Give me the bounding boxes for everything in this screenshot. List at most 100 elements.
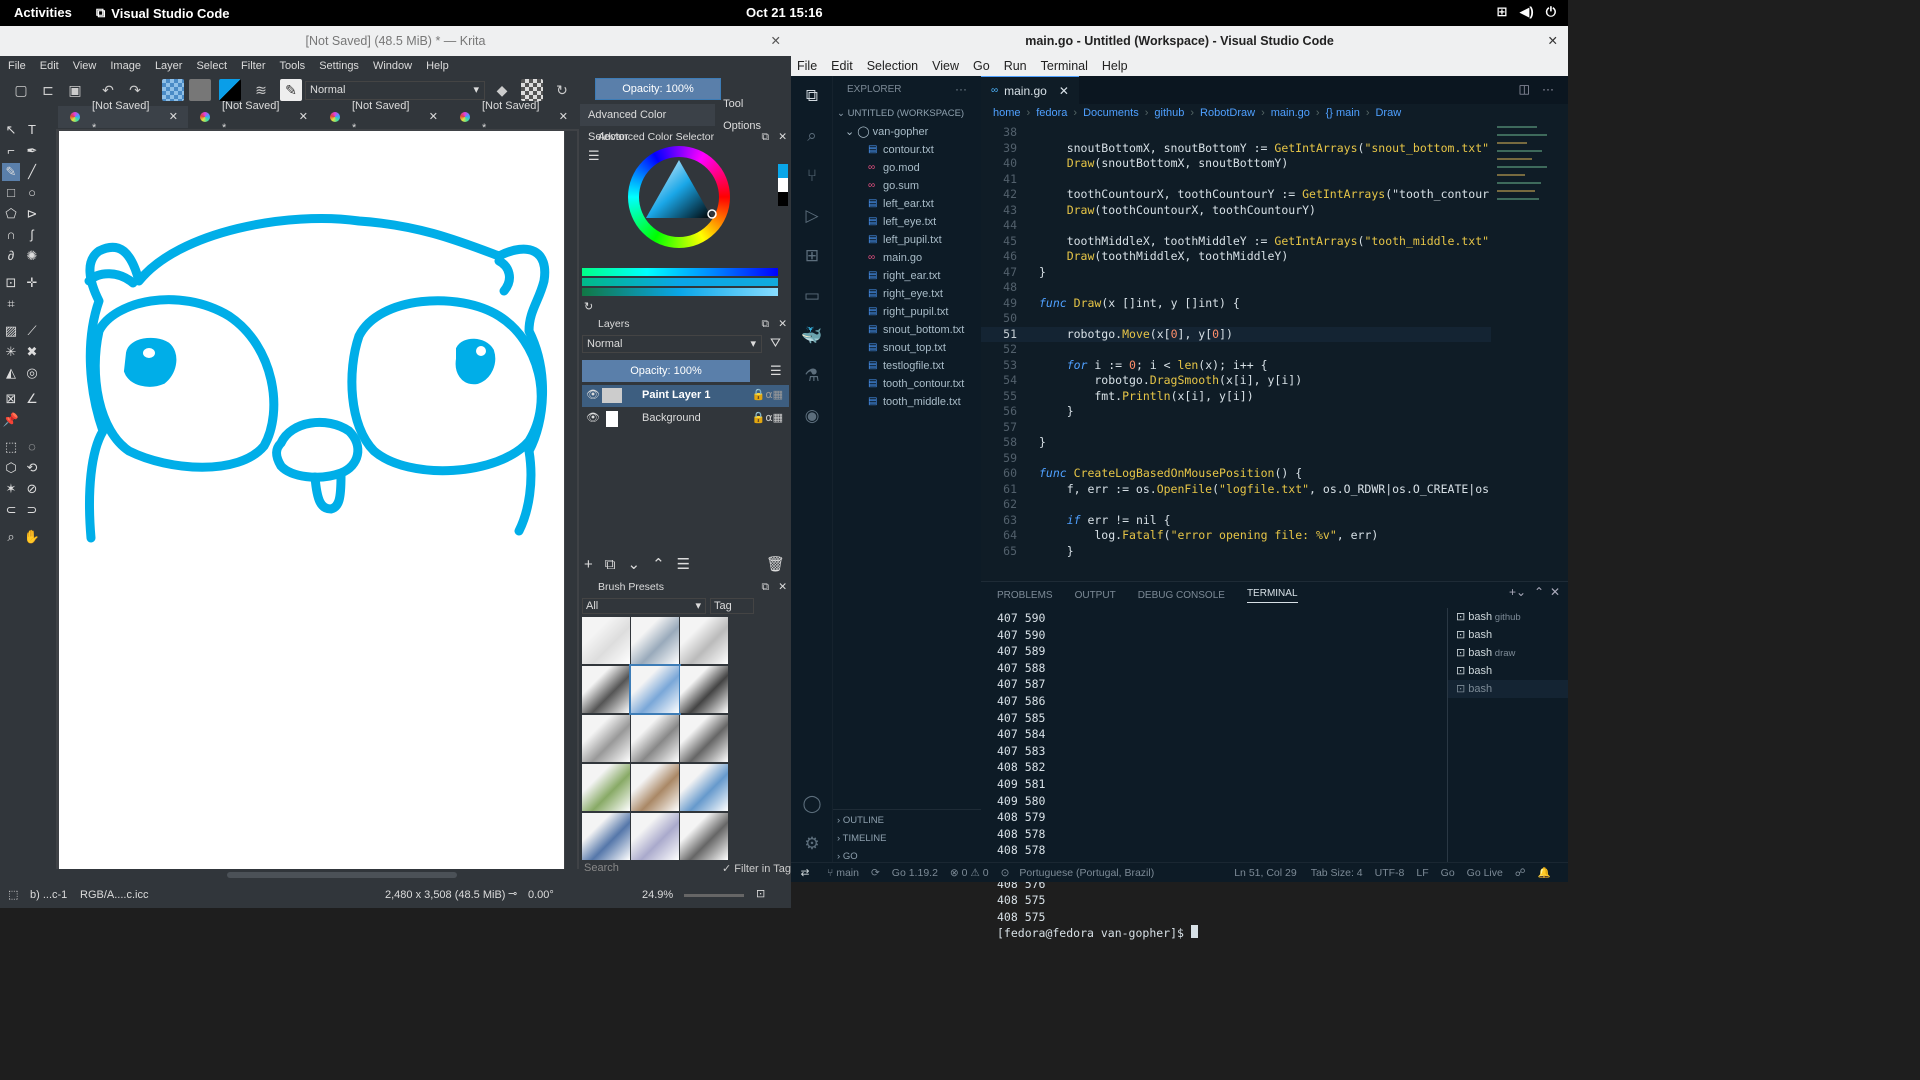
brush-preset[interactable]	[582, 617, 630, 664]
vscode-menu-view[interactable]: View	[932, 59, 959, 73]
new-terminal-icon[interactable]: +⌄	[1509, 585, 1526, 599]
github-icon[interactable]: ◉	[791, 396, 833, 436]
colorize-mask-icon[interactable]: ✳	[2, 343, 20, 361]
smart-patch-icon[interactable]: ✖	[23, 343, 41, 361]
close-docker-icon[interactable]: ✕	[778, 128, 787, 146]
magnetic-select-icon[interactable]: ⊃	[23, 501, 41, 519]
workspace-header[interactable]: ⌄ UNTITLED (WORKSPACE)	[837, 108, 964, 119]
freehand-path-icon[interactable]: ʃ	[23, 226, 41, 244]
float-layers-icon[interactable]: ⧉	[762, 315, 770, 333]
code-line[interactable]: 64 log.Fatalf("error opening file: %v", …	[981, 528, 1491, 544]
layer-row-background[interactable]: 👁 Background 🔒⍺▦	[582, 408, 789, 430]
visibility-eye-icon[interactable]: 👁	[586, 411, 600, 424]
file-item[interactable]: ∞ main.go	[833, 249, 981, 267]
krita-menu-file[interactable]: File	[8, 60, 26, 72]
file-item[interactable]: ∞ go.mod	[833, 159, 981, 177]
assistant-tool-icon[interactable]: ⊠	[2, 390, 20, 408]
select-shapes-icon[interactable]: ↖	[2, 121, 20, 139]
layer-menu-icon[interactable]: ☰	[770, 363, 782, 379]
more-actions-icon[interactable]: ···	[1542, 82, 1554, 96]
krita-menu-select[interactable]: Select	[196, 60, 227, 72]
file-item[interactable]: ▤ left_ear.txt	[833, 195, 981, 213]
color-wheel[interactable]	[628, 146, 730, 248]
layer-lock-icon[interactable]: 🔒⍺▦	[752, 411, 783, 424]
more-actions-icon[interactable]: ···	[955, 82, 967, 96]
code-line[interactable]: 51 robotgo.Move(x[0], y[0])	[981, 326, 1491, 342]
fullscreen-icon[interactable]: ⊡	[756, 887, 765, 900]
file-item[interactable]: ▤ testlogfile.txt	[833, 357, 981, 375]
vscode-menu-file[interactable]: File	[797, 59, 817, 73]
canvas-vertical-scrollbar[interactable]	[565, 131, 577, 869]
code-line[interactable]: 39 snoutBottomX, snoutBottomY := GetIntA…	[981, 141, 1491, 157]
code-line[interactable]: 50	[981, 311, 1491, 327]
code-line[interactable]: 57	[981, 420, 1491, 436]
cursor-position[interactable]: Ln 51, Col 29	[1234, 867, 1296, 879]
sync-icon[interactable]: ⟳	[871, 867, 880, 879]
vscode-menu-selection[interactable]: Selection	[867, 59, 918, 73]
document-tab[interactable]: [Not Saved] * ✕	[188, 100, 318, 134]
layer-properties-icon[interactable]: ☰	[677, 555, 690, 573]
refresh-icon[interactable]: ↻	[584, 300, 593, 313]
brush-preset[interactable]	[680, 813, 728, 860]
opacity-slider[interactable]: Opacity: 100%	[595, 78, 721, 100]
code-line[interactable]: 54 robotgo.DragSmooth(x[i], y[i])	[981, 373, 1491, 389]
tag-button[interactable]: Tag	[710, 598, 754, 614]
file-item[interactable]: ▤ snout_top.txt	[833, 339, 981, 357]
terminal-instance[interactable]: ⊡ bash github	[1448, 608, 1568, 626]
code-line[interactable]: 42 toothCountourX, toothCountourY := Get…	[981, 187, 1491, 203]
krita-menu-window[interactable]: Window	[373, 60, 412, 72]
file-item[interactable]: ▤ right_ear.txt	[833, 267, 981, 285]
delete-layer-icon[interactable]: 🗑	[766, 555, 785, 573]
visibility-eye-icon[interactable]: 👁	[586, 388, 600, 401]
folder-van-gopher[interactable]: ⌄ ◯ van-gopher	[845, 125, 928, 138]
gradient-tool-icon[interactable]: ▨	[2, 322, 20, 340]
file-item[interactable]: ∞ go.sum	[833, 177, 981, 195]
document-tab[interactable]: [Not Saved] * ✕	[58, 100, 188, 134]
code-line[interactable]: 62	[981, 497, 1491, 513]
move-layer-down-icon[interactable]: ⌄	[627, 555, 640, 573]
float-docker-icon[interactable]: ⧉	[762, 128, 770, 146]
krita-menu-image[interactable]: Image	[110, 60, 141, 72]
contiguous-select-icon[interactable]: ✶	[2, 480, 20, 498]
encoding[interactable]: UTF-8	[1375, 867, 1405, 879]
value-slider[interactable]	[582, 288, 778, 296]
code-line[interactable]: 45 toothMiddleX, toothMiddleY := GetIntA…	[981, 234, 1491, 250]
freehand-select-icon[interactable]: ⟲	[23, 459, 41, 477]
terminal-instance[interactable]: ⊡ bash draw	[1448, 644, 1568, 662]
feedback-icon[interactable]: ☍	[1515, 867, 1526, 879]
breadcrumb-item[interactable]: home	[993, 107, 1021, 119]
file-item[interactable]: ▤ tooth_contour.txt	[833, 375, 981, 393]
tab-main-go[interactable]: ∞ main.go ✕	[981, 76, 1079, 104]
search-icon[interactable]: ⌕	[791, 116, 833, 156]
enclose-fill-icon[interactable]: ◎	[23, 364, 41, 382]
file-item[interactable]: ▤ right_pupil.txt	[833, 303, 981, 321]
rotate-icon[interactable]: ⊸	[508, 887, 517, 900]
terminal-prompt[interactable]: [fedora@fedora van-gopher]$	[997, 925, 1198, 942]
layer-blend-select[interactable]: Normal ▾	[582, 335, 762, 353]
terminal-instance[interactable]: ⊡ bash	[1448, 680, 1568, 698]
brush-preset[interactable]	[631, 764, 679, 811]
rect-select-icon[interactable]: ⬚	[2, 438, 20, 456]
brush-preset[interactable]	[582, 715, 630, 762]
code-line[interactable]: 59	[981, 451, 1491, 467]
krita-menu-tools[interactable]: Tools	[280, 60, 306, 72]
vscode-menu-terminal[interactable]: Terminal	[1041, 59, 1088, 73]
bezier-tool-icon[interactable]: ∩	[2, 226, 20, 244]
breadcrumb-item[interactable]: github	[1154, 107, 1184, 119]
go-live[interactable]: Go Live	[1467, 867, 1503, 879]
crop-tool-icon[interactable]: ⌗	[2, 295, 20, 313]
breadcrumb-item[interactable]: fedora	[1036, 107, 1067, 119]
multibrush-icon[interactable]: ✺	[23, 247, 41, 265]
close-panel-icon[interactable]: ✕	[1550, 585, 1560, 599]
fill-tool-icon[interactable]: ◭	[2, 364, 20, 382]
save-document-icon[interactable]: ▣	[64, 79, 86, 101]
text-tool-icon[interactable]: T	[23, 121, 41, 139]
notifications-icon[interactable]: 🔔	[1538, 866, 1551, 879]
krita-menu-help[interactable]: Help	[426, 60, 449, 72]
brush-preset[interactable]	[582, 666, 630, 713]
move-tool-icon[interactable]: ✛	[23, 274, 41, 292]
manage-gear-icon[interactable]: ⚙	[791, 824, 833, 864]
close-tab-icon[interactable]: ✕	[169, 106, 178, 128]
brush-preset[interactable]	[631, 617, 679, 664]
brush-preset[interactable]	[680, 764, 728, 811]
